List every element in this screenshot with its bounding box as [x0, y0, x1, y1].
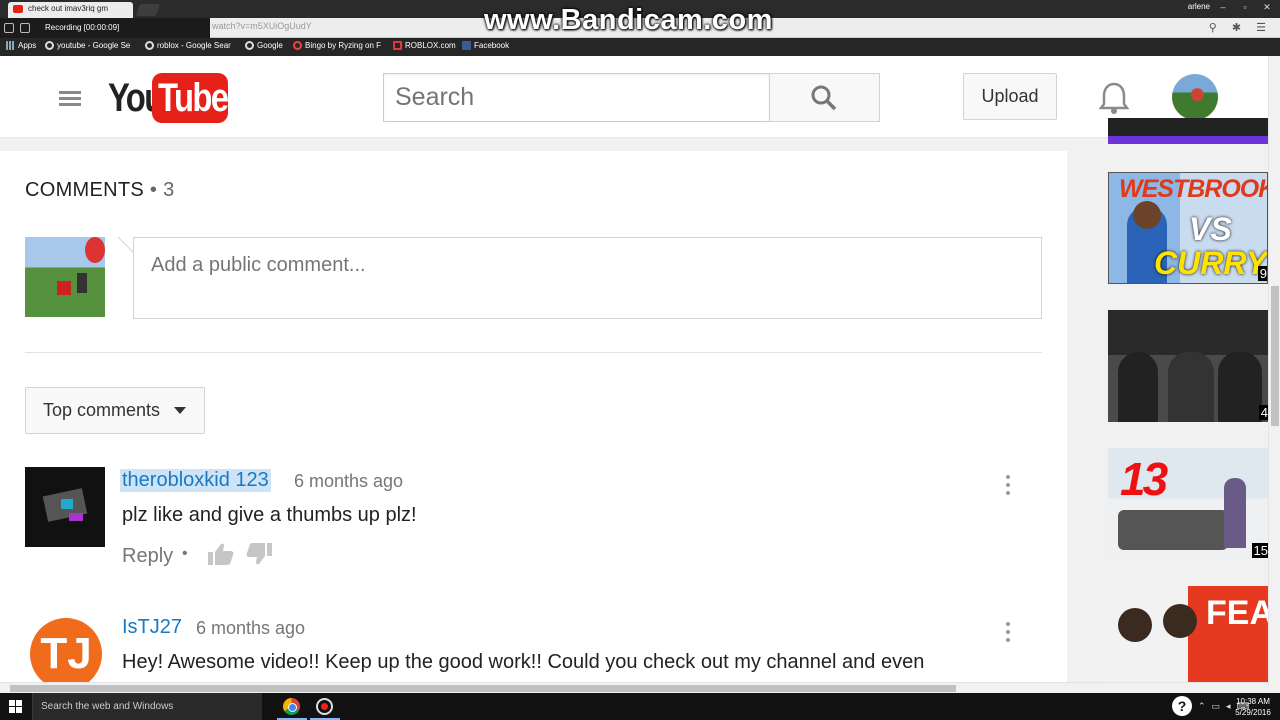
notifications-bell-icon[interactable]	[1098, 81, 1130, 115]
windows-taskbar: Search the web and Windows ? ⌃▭◂⌨ 10:38 …	[0, 693, 1280, 720]
comment-menu-icon[interactable]	[1005, 475, 1011, 497]
thumbs-down-icon[interactable]	[246, 541, 274, 567]
apps-grid-icon	[6, 41, 15, 50]
horizontal-scrollbar[interactable]	[0, 682, 1268, 693]
bookmark-apps[interactable]: Apps	[6, 41, 36, 50]
comment-time[interactable]: 6 months ago	[294, 471, 403, 492]
upload-button[interactable]: Upload	[963, 73, 1057, 120]
logo-tube: Tube	[158, 76, 229, 120]
comments-heading: COMMENTS • 3	[25, 179, 175, 201]
roblox-icon	[393, 41, 402, 50]
windows-start-icon[interactable]	[9, 700, 22, 713]
search-icon	[811, 85, 837, 111]
recorder-search-icon[interactable]	[4, 23, 14, 33]
facebook-icon	[462, 41, 471, 50]
close-window-icon[interactable]: ✕	[1256, 0, 1278, 14]
taskbar-clock[interactable]: 10:38 AM 5/29/2016	[1232, 696, 1274, 718]
menu-icon[interactable]	[59, 91, 81, 107]
duration-badge: 4	[1258, 405, 1268, 420]
url-field[interactable]: watch?v=m5XUiOgUudY	[212, 21, 312, 31]
recorder-toolbar[interactable]: Recording [00:00:09]	[0, 18, 210, 38]
youtube-header: You Tube Upload	[0, 56, 1268, 138]
tab-title: check out imav3riq gm	[28, 4, 109, 13]
comment-author[interactable]: therobloxkid 123	[120, 469, 271, 492]
caret-down-icon	[174, 407, 186, 414]
search-input[interactable]	[383, 73, 770, 122]
thumbnail-number: 13	[1120, 453, 1168, 505]
bandicam-taskbar-icon[interactable]	[316, 698, 333, 715]
thumbs-up-icon[interactable]	[206, 541, 234, 567]
recorder-window-icon[interactable]	[20, 23, 30, 33]
bookmark-roblox-search[interactable]: roblox - Google Sear	[145, 41, 231, 50]
horizontal-scroll-thumb[interactable]	[10, 685, 956, 692]
clock-date: 5/29/2016	[1235, 708, 1271, 717]
bookmark-youtube-search[interactable]: youtube - Google Se	[45, 41, 130, 50]
address-bar-actions-icon[interactable]: ⚲ ✱ ☰	[1209, 21, 1272, 34]
youtube-favicon-icon	[13, 5, 23, 13]
maximize-icon[interactable]: ▫	[1234, 0, 1256, 14]
recording-status: Recording [00:00:09]	[45, 23, 120, 32]
comment-time[interactable]: 6 months ago	[196, 618, 305, 639]
profile-name[interactable]: arlene	[1188, 2, 1210, 11]
sort-comments-dropdown[interactable]: Top comments	[25, 387, 205, 434]
vertical-scrollbar[interactable]	[1268, 56, 1280, 686]
comments-count: • 3	[149, 179, 175, 201]
clock-time: 10:38 AM	[1236, 697, 1270, 706]
reply-button[interactable]: Reply	[122, 545, 173, 568]
comments-section: COMMENTS • 3 Top comments therobloxkid 1…	[0, 151, 1067, 690]
comment-text: Hey! Awesome video!! Keep up the good wo…	[122, 651, 925, 673]
logo-tube-box: Tube	[152, 73, 229, 123]
google-icon	[45, 41, 54, 50]
video-thumbnail[interactable]: 4	[1108, 310, 1268, 422]
video-thumbnail[interactable]: 13 15	[1108, 448, 1268, 560]
video-thumbnail[interactable]	[1108, 118, 1268, 144]
bingo-icon	[293, 41, 302, 50]
duration-badge: 15	[1251, 543, 1268, 558]
separator-dot: •	[182, 545, 188, 562]
search-button[interactable]	[769, 73, 880, 122]
related-videos-sidebar: WESTBROOK VS CURRY 9 4 13 15 FEA	[1108, 118, 1268, 698]
thumbnail-title: CURRY	[1154, 245, 1268, 281]
thumbnail-title: WESTBROOK	[1119, 175, 1268, 203]
video-thumbnail[interactable]: WESTBROOK VS CURRY 9	[1108, 172, 1268, 284]
commenter-avatar[interactable]: TJ	[30, 618, 102, 690]
add-comment-input[interactable]	[133, 237, 1042, 319]
bookmark-google[interactable]: Google	[245, 41, 283, 50]
bandicam-watermark: www.Bandicam.com	[484, 4, 773, 36]
divider	[25, 352, 1042, 353]
sort-label: Top comments	[43, 400, 161, 420]
minimize-icon[interactable]: –	[1212, 0, 1234, 14]
commenter-avatar[interactable]	[25, 467, 105, 547]
comment-text: plz like and give a thumbs up plz!	[122, 504, 417, 526]
browser-tab-active[interactable]: check out imav3riq gm	[8, 2, 133, 18]
google-icon	[145, 41, 154, 50]
bookmark-roblox[interactable]: ROBLOX.com	[393, 41, 456, 50]
thumbnail-text: FEA	[1206, 594, 1268, 632]
taskbar-search[interactable]: Search the web and Windows	[32, 693, 262, 720]
thumbnail-vs: VS	[1189, 211, 1232, 247]
comment-box-pointer	[118, 237, 134, 253]
new-tab-button[interactable]	[135, 4, 161, 16]
vertical-scroll-thumb[interactable]	[1271, 286, 1279, 426]
bookmarks-bar: Apps youtube - Google Se roblox - Google…	[0, 38, 1280, 56]
comment-menu-icon[interactable]	[1005, 622, 1011, 644]
chrome-taskbar-icon[interactable]	[283, 698, 300, 715]
my-avatar	[25, 237, 105, 317]
bookmark-facebook[interactable]: Facebook	[462, 41, 509, 50]
duration-badge: 9	[1257, 266, 1267, 281]
bookmark-bingo[interactable]: Bingo by Ryzing on F	[293, 41, 381, 50]
google-icon	[245, 41, 254, 50]
comment-author[interactable]: IsTJ27	[122, 616, 182, 639]
user-avatar[interactable]	[1172, 74, 1218, 120]
help-icon[interactable]: ?	[1172, 696, 1192, 716]
